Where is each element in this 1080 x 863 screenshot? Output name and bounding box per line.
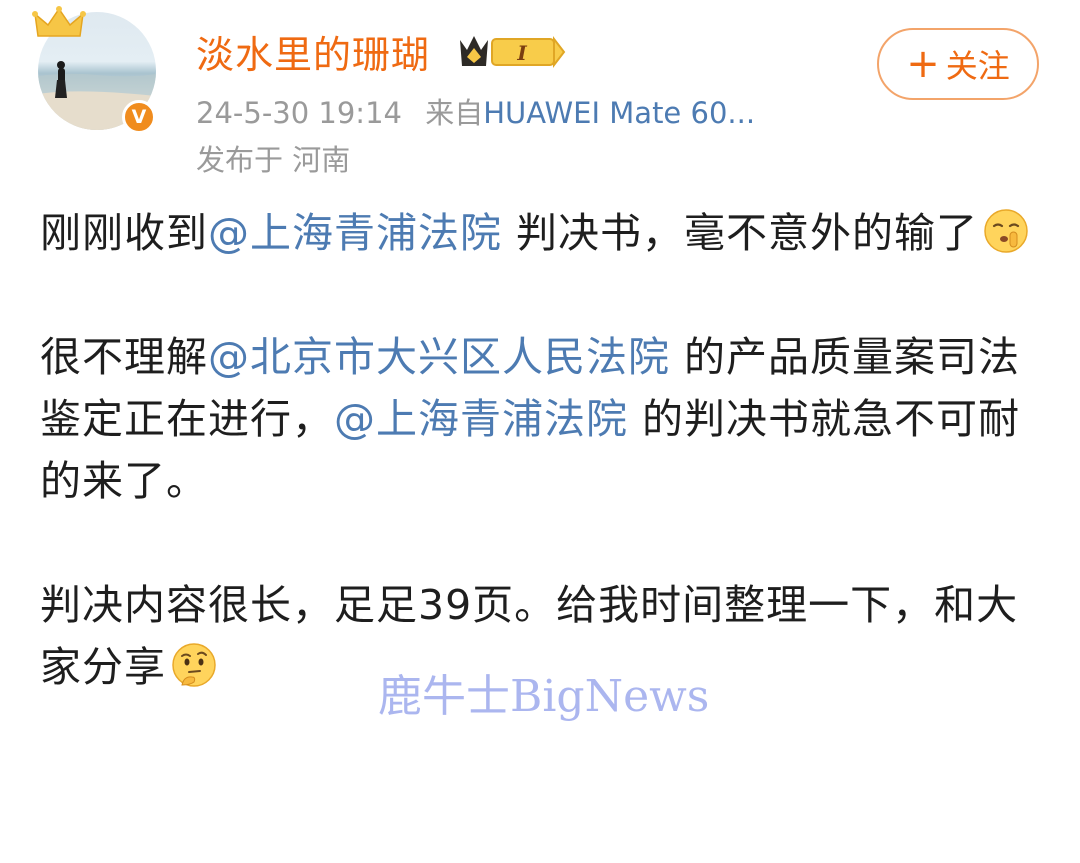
post-paragraph-3: 判决内容很长，足足39页。给我时间整理一下，和大家分享 bbox=[40, 574, 1050, 698]
verified-badge-icon: V bbox=[122, 100, 156, 134]
thinking-emoji-icon bbox=[172, 643, 216, 687]
username[interactable]: 淡水里的珊瑚 bbox=[196, 24, 430, 79]
post-meta: 24-5-30 19:14 来自HUAWEI Mate 60... bbox=[196, 90, 755, 132]
vip-level-icon[interactable]: I bbox=[456, 30, 568, 72]
level-badge-text: I bbox=[516, 41, 527, 65]
post-location: 发布于 河南 bbox=[196, 143, 351, 177]
mention-link-qingpu-court[interactable]: @上海青浦法院 bbox=[208, 209, 502, 257]
post-text: 判决书，毫不意外的输了 bbox=[502, 209, 979, 257]
mention-link-qingpu-court[interactable]: @上海青浦法院 bbox=[334, 395, 628, 443]
follow-button[interactable]: + 关注 bbox=[877, 28, 1039, 100]
post-text: 刚刚收到 bbox=[40, 209, 208, 257]
device-link[interactable]: HUAWEI Mate 60... bbox=[483, 96, 755, 130]
follow-label: 关注 bbox=[945, 47, 1010, 85]
post-paragraph-1: 刚刚收到@上海青浦法院 判决书，毫不意外的输了 bbox=[40, 202, 1050, 264]
mention-link-daxing-court[interactable]: @北京市大兴区人民法院 bbox=[208, 333, 670, 381]
post-paragraph-2: 很不理解@北京市大兴区人民法院 的产品质量案司法鉴定正在进行，@上海青浦法院 的… bbox=[40, 326, 1050, 512]
shush-emoji-icon bbox=[984, 209, 1028, 253]
post-body: 刚刚收到@上海青浦法院 判决书，毫不意外的输了 很不理解@北京市大兴区人民法院 … bbox=[40, 202, 1050, 698]
crown-icon bbox=[32, 6, 86, 37]
source-prefix: 来自 bbox=[425, 96, 484, 130]
avatar-group[interactable]: V bbox=[32, 6, 163, 137]
post-text: 很不理解 bbox=[40, 333, 208, 381]
plus-icon: + bbox=[906, 41, 940, 87]
post-timestamp: 24-5-30 19:14 bbox=[196, 96, 402, 130]
